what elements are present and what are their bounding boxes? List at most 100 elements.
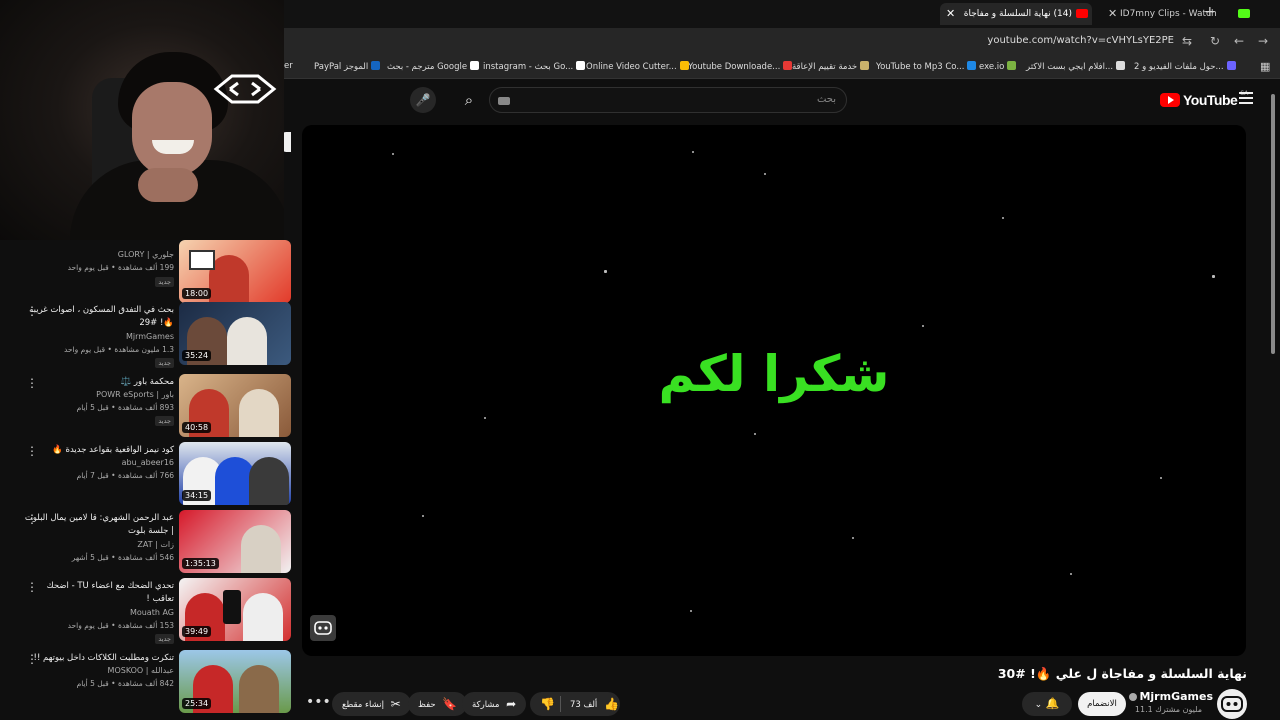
list-item[interactable]: 34:15 ⋮ كود نيمز الواقعية بقواعد جديدة 🔥…	[0, 442, 294, 508]
share-icon: ➦	[506, 697, 517, 711]
reload-icon[interactable]: ↻	[1210, 34, 1220, 48]
share-label: مشاركة	[472, 700, 500, 710]
video-thumbnail[interactable]: 34:15	[179, 442, 291, 505]
bookmark-item[interactable]: خدمة تقييم الإعاقة	[792, 61, 870, 72]
list-item[interactable]: 40:58 ⋮ محكمة باور ⚖️ باور | POWR eSport…	[0, 374, 294, 440]
keyboard-icon[interactable]	[498, 97, 510, 105]
video-thumbnail[interactable]: 25:34	[179, 650, 291, 713]
video-title[interactable]: تنكرت ومطلبت الكلاكات داخل بيوتهم !!	[24, 652, 174, 665]
bookmark-item[interactable]: exe.io	[979, 61, 1017, 72]
thanks-overlay-text: شكرا لكم	[658, 345, 890, 403]
video-title[interactable]: عبد الرحمن الشهري: قا لامين يمال البلوت …	[24, 512, 174, 538]
tab-strip: + ✕ (14) نهاية السلسلة و مفاجاة ل علي ✕ …	[284, 0, 1280, 28]
menu-icon[interactable]	[1239, 92, 1253, 107]
url-field[interactable]: youtube.com/watch?v=cVHYLsYE2PE	[987, 35, 1174, 46]
video-meta: 199 ألف مشاهدة • قبل يوم واحد	[67, 263, 174, 272]
save-button[interactable]: حفظ 🔖	[408, 692, 468, 716]
video-thumbnail[interactable]: 1:35:13	[179, 510, 291, 573]
scale-icon	[189, 250, 215, 270]
like-button[interactable]: 73 ألف 👍	[570, 692, 619, 717]
bookmark-item[interactable]: er	[284, 61, 293, 71]
thumbs-up-icon: 👍	[604, 697, 619, 711]
bookmark-item[interactable]: Online Video Cutter...	[586, 61, 689, 72]
channel-name[interactable]: MjrmGames	[1127, 690, 1213, 703]
channel-name[interactable]: زات | ZAT	[137, 540, 174, 549]
video-duration: 34:15	[182, 490, 212, 501]
new-badge: جديد	[155, 634, 174, 644]
video-duration: 40:58	[182, 422, 212, 433]
video-thumbnail[interactable]: 18:00	[179, 240, 291, 303]
channel-avatar[interactable]	[1217, 689, 1247, 719]
search-placeholder: بحث	[816, 94, 836, 105]
like-dislike-group: 👎 73 ألف 👍	[530, 692, 620, 716]
bookmark-item[interactable]: PayPal الموجز	[314, 61, 381, 72]
scrollbar-thumb[interactable]	[1271, 94, 1275, 354]
tab-youtube-video[interactable]: ✕ (14) نهاية السلسلة و مفاجاة ل علي	[940, 3, 1092, 25]
bookmarks-bar: ▦ 2 حول ملفات الفيديو و... افلام ايجي بس…	[284, 55, 1280, 79]
apps-grid-icon[interactable]: ▦	[1260, 60, 1270, 73]
screen: + ✕ (14) نهاية السلسلة و مفاجاة ل علي ✕ …	[0, 0, 1280, 720]
back-icon[interactable]: ←	[1234, 34, 1244, 48]
channel-name[interactable]: جلوري | GLORY	[118, 250, 174, 259]
channel-name[interactable]: عبدالله | MOSKOO	[108, 666, 174, 675]
bookmark-label: مترجم - بحث Google	[387, 62, 468, 72]
page-scrollbar[interactable]	[1270, 82, 1276, 720]
video-title[interactable]: محكمة باور ⚖️	[24, 376, 174, 389]
forward-icon[interactable]: →	[1258, 34, 1268, 48]
video-title: نهاية السلسلة و مفاجاة ل علي 🔥! #30	[997, 666, 1247, 681]
join-button[interactable]: الانضمام	[1078, 692, 1126, 716]
bookmark-label: PayPal الموجز	[314, 62, 369, 72]
youtube-wordmark: YouTube	[1183, 92, 1238, 108]
channel-name[interactable]: MjrmGames	[126, 332, 174, 341]
bookmark-icon: 🔖	[442, 697, 458, 711]
list-item[interactable]: 39:49 ⋮ تحدي الضحك مع اعضاء TU - اضحك تع…	[0, 578, 294, 644]
channel-name[interactable]: abu_abeer16	[122, 458, 174, 467]
bookmark-label: instagram - بحث Go...	[483, 62, 574, 72]
search-button[interactable]: ⌕	[454, 87, 484, 113]
bookmark-item[interactable]: 2 حول ملفات الفيديو و...	[1134, 61, 1236, 72]
video-title[interactable]: كود نيمز الواقعية بقواعد جديدة 🔥	[24, 444, 174, 457]
tab-kick-clips[interactable]: ✕ ID7mny Clips - Watch Live on K	[1102, 3, 1252, 25]
site-settings-icon[interactable]: ⇆	[1182, 34, 1192, 48]
channel-watermark-icon[interactable]	[310, 615, 336, 641]
video-duration: 25:34	[182, 698, 212, 709]
video-duration: 1:35:13	[182, 558, 219, 569]
video-thumbnail[interactable]: 40:58	[179, 374, 291, 437]
voice-search-button[interactable]: 🎤	[410, 87, 436, 113]
notification-button[interactable]: ⌄ 🔔	[1022, 692, 1072, 716]
share-button[interactable]: مشاركة ➦	[462, 692, 527, 716]
list-item[interactable]: 35:24 ⋮ بحث في التفدق المسكون ، اصوات غر…	[0, 302, 294, 368]
channel-name-label: MjrmGames	[1139, 690, 1213, 703]
streamer-face	[132, 82, 212, 177]
bookmark-label: 2 حول ملفات الفيديو و...	[1134, 62, 1224, 72]
microphone-icon: 🎤	[415, 93, 431, 107]
video-title[interactable]: تحدي الضحك مع اعضاء TU - اضحك تعاقب !	[24, 580, 174, 606]
video-player[interactable]: شكرا لكم	[302, 125, 1246, 656]
close-icon[interactable]: ✕	[1108, 3, 1117, 25]
search-input[interactable]: بحث	[489, 87, 847, 113]
bookmark-label: YouTube to Mp3 Co...	[876, 62, 965, 72]
video-title[interactable]: بحث في التفدق المسكون ، اصوات غريبه🔥! #2…	[24, 304, 174, 330]
bookmark-item[interactable]: Youtube Downloade...	[688, 61, 793, 72]
video-thumbnail[interactable]: 39:49	[179, 578, 291, 641]
bookmark-item[interactable]: YouTube to Mp3 Co...	[876, 61, 977, 72]
bookmark-label: خدمة تقييم الإعاقة	[792, 62, 858, 72]
close-icon[interactable]: ✕	[946, 3, 955, 25]
list-item[interactable]: 25:34 ⋮ تنكرت ومطلبت الكلاكات داخل بيوته…	[0, 650, 294, 716]
list-item[interactable]: 1:35:13 ⋮ عبد الرحمن الشهري: قا لامين يم…	[0, 510, 294, 576]
bell-icon: 🔔	[1045, 697, 1060, 710]
clip-button[interactable]: إنشاء مقطع ✂	[332, 692, 411, 716]
new-badge: جديد	[155, 416, 174, 426]
bookmark-item[interactable]: مترجم - بحث Google	[387, 61, 480, 72]
bookmark-item[interactable]: افلام ايجي بست الاكثر...	[1026, 61, 1126, 72]
youtube-logo[interactable]: YouTube SA	[1160, 90, 1248, 109]
bookmark-item[interactable]: instagram - بحث Go...	[483, 61, 586, 72]
more-actions-icon[interactable]: •••	[306, 694, 331, 710]
kick-favicon-icon	[1238, 9, 1250, 18]
video-thumbnail[interactable]: 35:24	[179, 302, 291, 365]
dislike-button[interactable]: 👎	[540, 692, 555, 716]
channel-name[interactable]: Mouath AG	[130, 608, 174, 617]
list-item[interactable]: 18:00 جلوري | GLORY 199 ألف مشاهدة • قبل…	[0, 240, 294, 306]
channel-name[interactable]: باور | POWR eSports	[96, 390, 174, 399]
divider	[560, 696, 561, 712]
